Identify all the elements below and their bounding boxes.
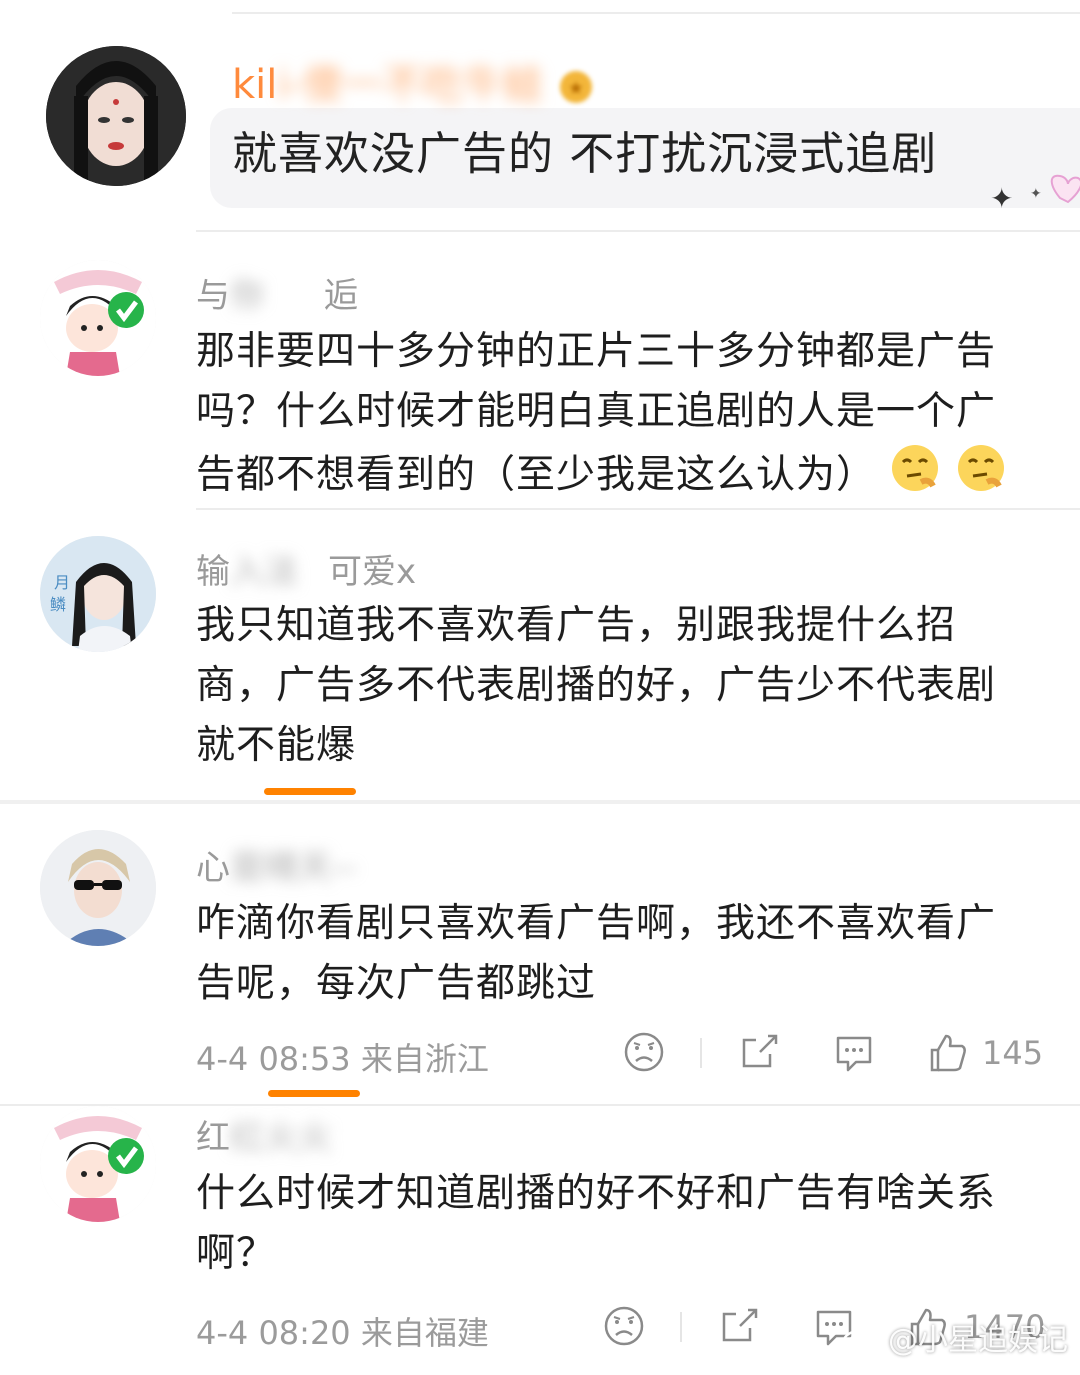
avatar-cartoon-icon [40,1106,156,1222]
thinking-emoji-icon [955,442,1007,512]
svg-text:✦: ✦ [990,182,1013,215]
comment-icon[interactable] [832,1030,876,1074]
svg-text:★: ★ [568,78,584,99]
meta-separator [700,1038,702,1068]
avatar[interactable] [46,46,186,186]
comment-text: 就喜欢没广告的 不打扰沉浸式追剧 [232,127,938,180]
share-icon[interactable] [718,1304,762,1348]
username[interactable]: 红红火火 [196,1110,332,1159]
avatar[interactable] [40,260,156,376]
like-count: 145 [982,1034,1044,1072]
avatar[interactable]: 月 鳞 [40,536,156,652]
meta-separator [680,1312,682,1342]
comment-2: 与你逅 那非要四十多分钟的正片三十多分钟都是广告吗？什么时候才能明白真正追剧的人… [0,232,1080,508]
svg-text:✦: ✦ [1030,186,1042,202]
thinking-emoji-icon [889,442,941,512]
comment-text: 什么时候才知道剧播的好不好和广告有啥关系啊？ [196,1171,997,1276]
avatar-portrait-icon: 月 鳞 [40,536,156,652]
comment-time: 4-4 08:20 来自福建 [196,1314,489,1352]
comment-text: 咋滴你看剧只喜欢看广告啊，我还不喜欢看广告呢，每次广告都跳过 [196,901,997,1006]
username[interactable]: 输入法 可爱x [196,544,416,593]
avatar[interactable] [40,830,156,946]
comment-1: kili-傻一不吃牛蛙 ★ 就喜欢没广告的 不打扰沉浸式追剧 ✦ ✦ [0,0,1080,230]
avatar-cartoon-icon [40,260,156,376]
svg-text:鳞: 鳞 [50,595,66,614]
watermark: @小星追娱记 [842,1315,1068,1362]
comment-time: 4-4 08:53 来自浙江 [196,1040,489,1078]
comment-text: 那非要四十多分钟的正片三十多分钟都是广告吗？什么时候才能明白真正追剧的人是一个广… [196,322,1026,512]
thumbs-up-icon[interactable] [926,1030,970,1074]
vip-badge-icon: ★ [556,67,596,107]
weibo-logo-icon [842,1321,882,1361]
share-icon[interactable] [738,1030,782,1074]
orange-underline [268,1090,360,1097]
comment-3: 月 鳞 输入法 可爱x 我只知道我不喜欢看广告，别跟我提什么招商，广告多不代表剧播… [0,510,1080,800]
orange-underline [264,788,356,795]
username[interactable]: kili-傻一不吃牛蛙 ★ [232,52,596,110]
sad-face-icon[interactable] [602,1304,646,1348]
avatar[interactable] [40,1106,156,1222]
svg-text:月: 月 [54,573,70,592]
username[interactable]: 与你逅 [196,268,358,317]
comment-meta: 4-4 08:53 来自浙江 145 [196,1030,1046,1080]
comment-text: 我只知道我不喜欢看广告，别跟我提什么招商，广告多不代表剧播的好，广告少不代表剧就… [196,603,997,768]
sad-face-icon[interactable] [622,1030,666,1074]
avatar-portrait-icon [40,830,156,946]
avatar-portrait-icon [46,46,186,186]
comment-4: 心是晴天-- 咋滴你看剧只喜欢看广告啊，我还不喜欢看广告呢，每次广告都跳过 4-… [0,804,1080,1104]
sparkle-heart-icon: ✦ ✦ [990,168,1080,222]
username[interactable]: 心是晴天-- [196,840,357,889]
